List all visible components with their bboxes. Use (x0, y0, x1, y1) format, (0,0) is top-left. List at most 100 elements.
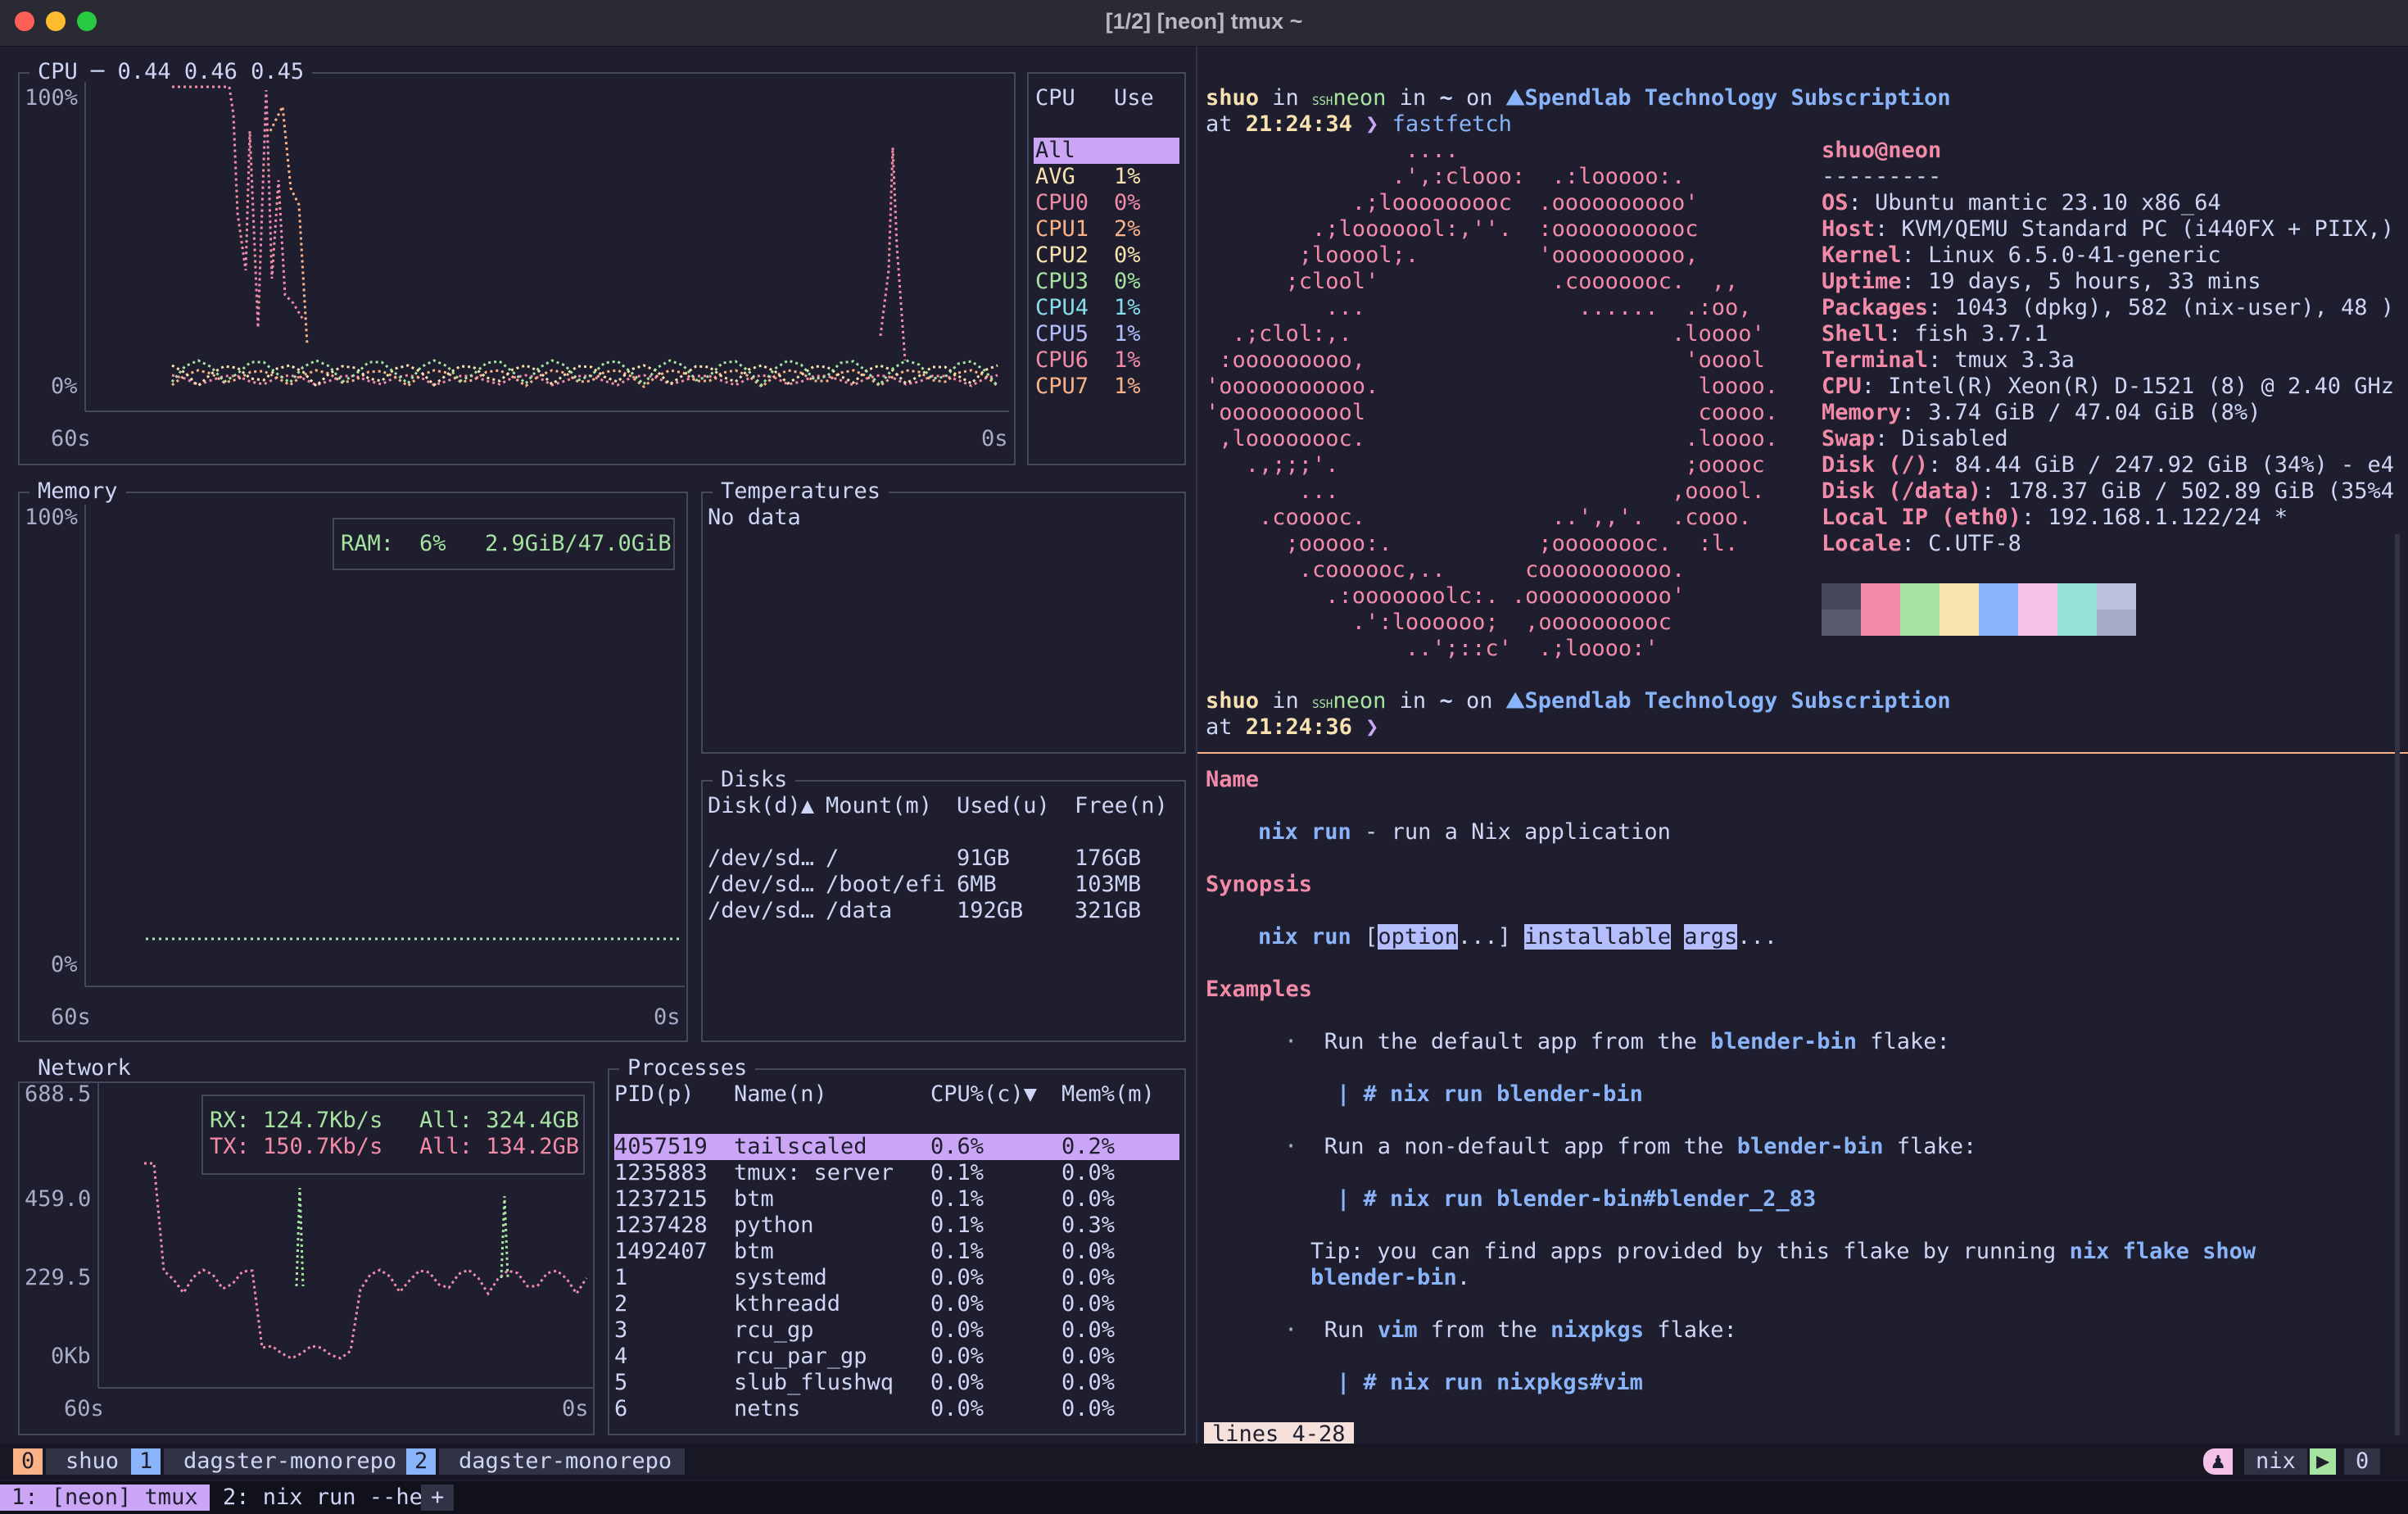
process-cell: 0.0% (1061, 1370, 1116, 1395)
fastfetch-info-line: Local IP (eth0): 192.168.1.122/24 * (1822, 505, 2394, 531)
fastfetch-key: Packages (1822, 295, 1929, 320)
cpu-legend-item-5[interactable]: CPU3 0% (1034, 269, 1179, 295)
process-cell: 0.0% (930, 1317, 984, 1343)
disks-header-mount[interactable]: Mount(m) (826, 793, 932, 819)
fastfetch-key: CPU (1822, 374, 1862, 399)
fastfetch-value: tmux 3.3a (1954, 347, 2075, 373)
process-row[interactable]: 1237428 python 0.1% 0.3% (614, 1213, 1179, 1239)
fastfetch-value: fish 3.7.1 (1914, 321, 2048, 347)
cpu-legend-item-1[interactable]: AVG 1% (1034, 164, 1179, 190)
fastfetch-info-line: CPU: Intel(R) Xeon(R) D-1521 (8) @ 2.40 … (1822, 374, 2394, 400)
man-section-examples: Examples (1206, 977, 1313, 1002)
processes-panel-title: Processes (619, 1055, 756, 1081)
cpu-legend-item-0[interactable]: All (1034, 138, 1179, 164)
window-0-name[interactable]: shuo (46, 1448, 133, 1475)
process-row[interactable]: 4057519 tailscaled 0.6% 0.2% (614, 1134, 1179, 1160)
ram-value: 2.9GiB/47.0GiB (485, 531, 672, 556)
disk-row[interactable]: /dev/sd… / 91GB 176GB (708, 845, 1183, 872)
tab-2[interactable]: 2: nix run --he (211, 1485, 434, 1511)
cpu-legend-item-3[interactable]: CPU1 2% (1034, 216, 1179, 243)
process-cell: 1237215 (614, 1186, 708, 1212)
disks-header-free[interactable]: Free(n) (1075, 793, 1168, 819)
scrollbar[interactable] (2395, 534, 2400, 1435)
process-cell: 1235883 (614, 1160, 708, 1185)
cpu-legend-use: 0% (1114, 243, 1141, 268)
temperatures-panel-title: Temperatures (713, 478, 889, 505)
disk-cell: / (826, 845, 840, 871)
cpu-legend-name: AVG (1035, 164, 1075, 189)
pane-divider-vertical[interactable] (1196, 46, 1197, 1444)
pane-divider-horizontal[interactable] (1197, 752, 2408, 754)
processes-header-mem[interactable]: Mem%(m) (1061, 1081, 1155, 1108)
process-row[interactable]: 2 kthreadd 0.0% 0.0% (614, 1291, 1179, 1317)
ascii-logo-line: .... (1206, 138, 1459, 163)
ascii-logo-line: .;looooooooc .oooooooooo' (1206, 190, 1699, 215)
window-0-index[interactable]: 0 (13, 1448, 43, 1475)
process-cell: python (734, 1213, 814, 1238)
fastfetch-info: OS: Ubuntu mantic 23.10 x86_64 Host: KVM/… (1822, 190, 2394, 557)
cpu-spike-trace (879, 147, 907, 361)
window-1-name[interactable]: dagster-monorepo (164, 1448, 410, 1475)
cpu-legend-item-2[interactable]: CPU0 0% (1034, 190, 1179, 216)
new-tab-button[interactable]: + (421, 1485, 455, 1511)
man-example-3: · Run vim from the nixpkgs flake: (1284, 1317, 1737, 1343)
tab-1[interactable]: 1: [neon] tmux (0, 1485, 210, 1511)
cpu-legend-item-4[interactable]: CPU2 0% (1034, 243, 1179, 269)
disks-header-disk[interactable]: Disk(d)▲ (708, 793, 814, 819)
window-1-index[interactable]: 1 (131, 1448, 161, 1475)
color-swatch (1861, 610, 1900, 636)
fastfetch-value: 84.44 GiB / 247.92 GiB (34%) - e4 (1954, 452, 2394, 478)
title-bar: [1/2] [neon] tmux ~ (0, 0, 2408, 47)
processes-header-cpu[interactable]: CPU%(c)▼ (930, 1081, 1037, 1108)
process-row[interactable]: 6 netns 0.0% 0.0% (614, 1396, 1179, 1422)
cpu-legend-item-7[interactable]: CPU5 1% (1034, 321, 1179, 347)
fastfetch-colon: : (1875, 216, 1902, 242)
color-swatch (1940, 610, 1979, 636)
color-swatch (1822, 583, 1861, 610)
color-swatch (1979, 610, 2018, 636)
process-cell: 0.1% (930, 1160, 984, 1185)
fastfetch-key: Kernel (1822, 243, 1902, 268)
process-row[interactable]: 5 slub_flushwq 0.0% 0.0% (614, 1370, 1179, 1396)
disks-header-used[interactable]: Used(u) (957, 793, 1050, 819)
process-row[interactable]: 1237215 btm 0.1% 0.0% (614, 1186, 1179, 1213)
processes-header-name[interactable]: Name(n) (734, 1081, 827, 1108)
fastfetch-colon: : (1901, 400, 1929, 425)
disk-cell: /dev/sd… (708, 898, 815, 923)
cpu-legend-item-6[interactable]: CPU4 1% (1034, 295, 1179, 321)
cpu-legend-use: 1% (1114, 374, 1141, 399)
cpu-legend-name: CPU2 (1035, 243, 1089, 268)
window-2-name[interactable]: dagster-monorepo (439, 1448, 686, 1475)
fastfetch-colon: : (1901, 243, 1929, 268)
process-row[interactable]: 1492407 btm 0.1% 0.0% (614, 1239, 1179, 1265)
ascii-logo-line: .,;;;'. ;ooooc (1206, 452, 1765, 478)
ascii-logo-line: .:ooooooolc:. .ooooooooooo' (1206, 583, 1686, 609)
tab-bar: 1: [neon] tmux 2: nix run --he + (0, 1481, 2408, 1514)
network-tx-total: All: 134.2GB (419, 1134, 580, 1159)
color-swatch (1822, 610, 1861, 636)
color-swatch (1900, 583, 1940, 610)
process-row[interactable]: 4 rcu_par_gp 0.0% 0.0% (614, 1344, 1179, 1370)
cpu-legend-item-9[interactable]: CPU7 1% (1034, 374, 1179, 400)
network-y-tick-bottom: 0Kb (51, 1344, 91, 1369)
fastfetch-key: Uptime (1822, 269, 1902, 294)
color-swatch (2057, 610, 2097, 636)
process-row[interactable]: 3 rcu_gp 0.0% 0.0% (614, 1317, 1179, 1344)
network-x-right: 0s (562, 1396, 589, 1421)
color-swatch (2097, 610, 2136, 636)
process-row[interactable]: 1235883 tmux: server 0.1% 0.0% (614, 1160, 1179, 1186)
disk-row[interactable]: /dev/sd… /boot/efi 6MB 103MB (708, 872, 1183, 898)
ascii-logo-line: ... ,ooool. (1206, 478, 1765, 504)
window-2-index[interactable]: 2 (406, 1448, 437, 1475)
process-row[interactable]: 1 systemd 0.0% 0.0% (614, 1265, 1179, 1291)
process-cell: netns (734, 1396, 801, 1421)
man-section-name: Name (1206, 767, 1260, 792)
prompt-line-1: shuo in SSHneon in ~ on ⛰Spendlab Techno… (1206, 85, 1951, 111)
cpu-legend-name: CPU3 (1035, 269, 1089, 294)
fastfetch-colon: : (1888, 321, 1915, 347)
processes-header-pid[interactable]: PID(p) (614, 1081, 695, 1108)
cpu-y-bottom: 0% (51, 374, 78, 399)
fastfetch-colon: : (1848, 190, 1876, 215)
disk-row[interactable]: /dev/sd… /data 192GB 321GB (708, 898, 1183, 924)
cpu-legend-item-8[interactable]: CPU6 1% (1034, 347, 1179, 374)
